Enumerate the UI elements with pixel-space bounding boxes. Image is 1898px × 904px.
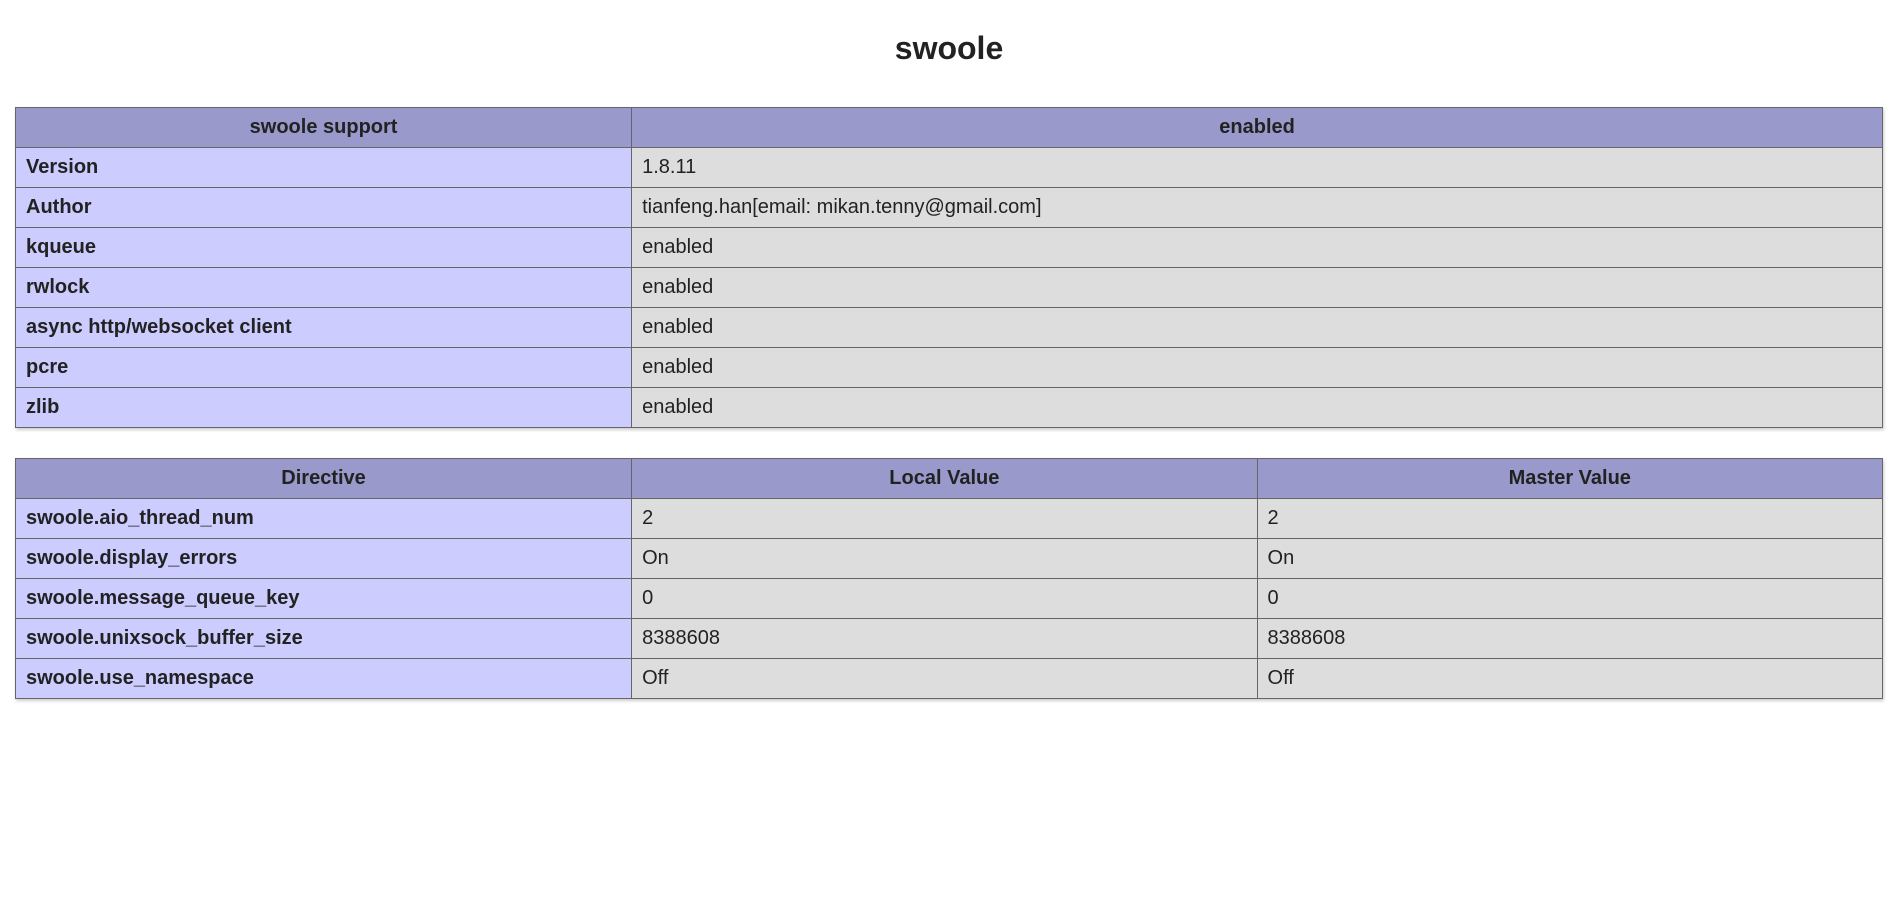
info-key: zlib	[16, 388, 632, 428]
info-key: pcre	[16, 348, 632, 388]
directive-local: Off	[632, 659, 1257, 699]
table-row: zlib enabled	[16, 388, 1883, 428]
directive-name: swoole.unixsock_buffer_size	[16, 619, 632, 659]
table-row: swoole.message_queue_key 0 0	[16, 579, 1883, 619]
info-key: Version	[16, 148, 632, 188]
directive-name: swoole.use_namespace	[16, 659, 632, 699]
table-row: swoole.display_errors On On	[16, 539, 1883, 579]
info-key: async http/websocket client	[16, 308, 632, 348]
page-title: swoole	[15, 30, 1883, 67]
directive-header-directive: Directive	[16, 459, 632, 499]
directive-local: 0	[632, 579, 1257, 619]
table-row: kqueue enabled	[16, 228, 1883, 268]
table-row: swoole.unixsock_buffer_size 8388608 8388…	[16, 619, 1883, 659]
info-key: rwlock	[16, 268, 632, 308]
info-value: enabled	[632, 228, 1883, 268]
info-value: 1.8.11	[632, 148, 1883, 188]
info-value: enabled	[632, 268, 1883, 308]
info-header-enabled: enabled	[632, 108, 1883, 148]
table-row: rwlock enabled	[16, 268, 1883, 308]
info-value: enabled	[632, 308, 1883, 348]
info-key: kqueue	[16, 228, 632, 268]
directive-local: 8388608	[632, 619, 1257, 659]
directive-master: On	[1257, 539, 1882, 579]
info-table: swoole support enabled Version 1.8.11 Au…	[15, 107, 1883, 428]
directive-header-local: Local Value	[632, 459, 1257, 499]
directive-name: swoole.display_errors	[16, 539, 632, 579]
directive-master: 2	[1257, 499, 1882, 539]
directive-name: swoole.message_queue_key	[16, 579, 632, 619]
table-row: Version 1.8.11	[16, 148, 1883, 188]
table-row: async http/websocket client enabled	[16, 308, 1883, 348]
directive-master: 8388608	[1257, 619, 1882, 659]
info-value: enabled	[632, 348, 1883, 388]
directive-table: Directive Local Value Master Value swool…	[15, 458, 1883, 699]
directive-local: 2	[632, 499, 1257, 539]
info-value: enabled	[632, 388, 1883, 428]
table-row: swoole.aio_thread_num 2 2	[16, 499, 1883, 539]
table-row: Author tianfeng.han[email: mikan.tenny@g…	[16, 188, 1883, 228]
info-value: tianfeng.han[email: mikan.tenny@gmail.co…	[632, 188, 1883, 228]
directive-master: Off	[1257, 659, 1882, 699]
table-row: pcre enabled	[16, 348, 1883, 388]
directive-header-master: Master Value	[1257, 459, 1882, 499]
info-header-support: swoole support	[16, 108, 632, 148]
table-row: swoole.use_namespace Off Off	[16, 659, 1883, 699]
directive-name: swoole.aio_thread_num	[16, 499, 632, 539]
info-key: Author	[16, 188, 632, 228]
directive-master: 0	[1257, 579, 1882, 619]
directive-local: On	[632, 539, 1257, 579]
